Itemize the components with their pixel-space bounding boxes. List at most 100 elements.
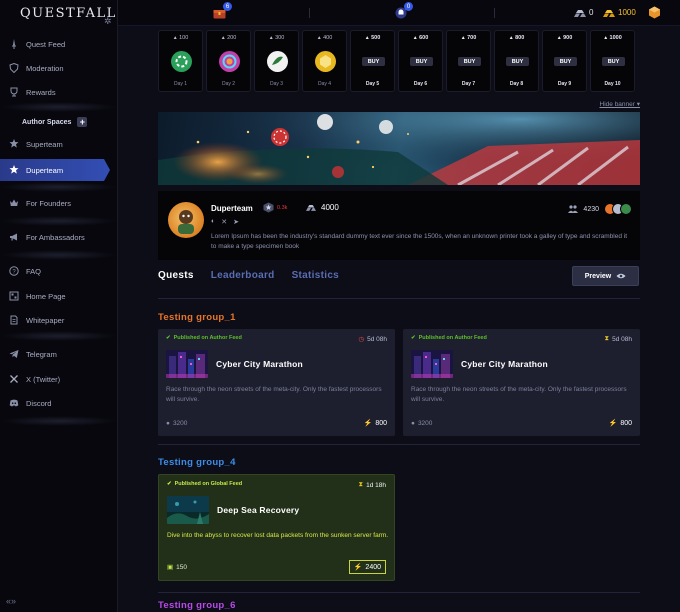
quest-reward: ⚡ 800 — [608, 419, 632, 428]
quest-card[interactable]: ✔ Published on Global Feed ⧗ 1d 18h Deep S… — [158, 474, 395, 581]
hide-banner-link[interactable]: Hide banner ▾ — [600, 100, 640, 108]
divider — [158, 298, 640, 299]
quest-card[interactable]: ✔ Published on Author Feed ◷ 5d 08h Cyber … — [158, 329, 395, 436]
buy-button[interactable]: BUY — [410, 57, 433, 66]
space-description: Lorem Ipsum has been the industry's stan… — [211, 233, 628, 250]
sidebar: QUESTFALL ✲ Quest Feed Moderation Reward… — [0, 0, 118, 612]
tab-statistics[interactable]: Statistics — [292, 270, 339, 281]
telegram-link-icon[interactable]: ➤ — [233, 218, 239, 226]
reward-token-icon — [219, 51, 240, 72]
quest-card[interactable]: ✔ Published on Author Feed ⧗ 5d 08h Cyber … — [403, 329, 640, 436]
quest-thumbnail — [411, 350, 453, 378]
timer-icon: ◷ — [358, 336, 365, 343]
buy-button[interactable]: BUY — [554, 57, 577, 66]
time-remaining: ⧗ 1d 18h — [359, 481, 386, 489]
reward-amount-value: 100 — [179, 35, 189, 41]
quest-comments: ▣ 150 — [167, 563, 188, 572]
divider — [0, 331, 118, 341]
reward-day-card[interactable]: ▲ 900 BUY Day 9 — [542, 30, 587, 92]
reward-day-card: ▲ 400 Day 4 — [302, 30, 347, 92]
sidebar-item-whitepaper[interactable]: Whitepaper — [0, 309, 118, 331]
reward-day-card[interactable]: ▲ 1000 BUY Day 10 — [590, 30, 635, 92]
sidebar-item-rewards[interactable]: Rewards — [0, 81, 118, 103]
sidebar-item-discord[interactable]: Discord — [0, 392, 118, 414]
xp-value: 3200 — [417, 420, 433, 427]
xp-icon: ● — [166, 420, 170, 427]
reward-amount: ▲ 1000 — [591, 35, 634, 41]
sidebar-item-quest-feed[interactable]: Quest Feed — [0, 33, 118, 55]
buy-button[interactable]: BUY — [458, 57, 481, 66]
publish-status: ✔ Published on Author Feed — [166, 335, 242, 341]
reward-amount: ▲ 300 — [255, 35, 298, 41]
reward-amount-value: 800 — [515, 35, 525, 41]
question-icon: ? — [8, 265, 20, 277]
hourglass-icon: ⧗ — [604, 335, 610, 342]
reward-day-card[interactable]: ▲ 700 BUY Day 7 — [446, 30, 491, 92]
sidebar-item-moderation[interactable]: Moderation — [0, 57, 118, 79]
profile-button[interactable] — [648, 6, 661, 24]
reward-day-card[interactable]: ▲ 600 BUY Day 6 — [398, 30, 443, 92]
divider — [309, 8, 310, 18]
buy-button[interactable]: BUY — [602, 57, 625, 66]
tab-leaderboard[interactable]: Leaderboard — [211, 270, 275, 281]
check-icon: ✔ — [411, 335, 416, 341]
reward-day-card[interactable]: ▲ 800 BUY Day 8 — [494, 30, 539, 92]
reward-day-card[interactable]: ▲ 500 BUY Day 5 — [350, 30, 395, 92]
author-spaces-heading: Author Spaces + — [22, 117, 88, 127]
sidebar-item-for-founders[interactable]: For Founders — [0, 192, 118, 214]
comments-value: 150 — [176, 563, 188, 571]
lightning-icon: ⚡ — [608, 420, 618, 427]
reward-amount-value: 400 — [323, 35, 333, 41]
notifications-button[interactable]: 0 — [395, 2, 413, 24]
divider — [494, 8, 495, 18]
preview-button[interactable]: Preview — [572, 266, 639, 286]
home-icon — [8, 290, 20, 302]
reward-value: 2400 — [365, 563, 381, 571]
publish-status: ✔ Published on Global Feed — [167, 481, 242, 487]
chest-button[interactable]: 6 — [213, 2, 232, 24]
sidebar-item-for-ambassadors[interactable]: For Ambassadors — [0, 226, 118, 248]
sidebar-item-label: Duperteam — [26, 165, 64, 175]
sidebar-item-label: Moderation — [26, 63, 64, 73]
x-link-icon[interactable]: ✕ — [221, 218, 227, 226]
sidebar-item-telegram[interactable]: Telegram — [0, 343, 118, 365]
reward-amount-value: 700 — [467, 35, 477, 41]
sidebar-item-duperteam[interactable]: Duperteam — [0, 159, 110, 181]
space-avatar — [168, 202, 204, 238]
quest-reward: ⚡ 2400 — [348, 560, 386, 574]
tab-quests[interactable]: Quests — [158, 270, 194, 281]
quest-title: Cyber City Marathon — [216, 359, 303, 369]
quest-reward: ⚡ 800 — [363, 419, 387, 428]
time-value: 1d 18h — [366, 481, 386, 489]
reward-amount: ▲ 200 — [207, 35, 250, 41]
add-space-button[interactable]: + — [77, 117, 88, 127]
sidebar-item-label: Discord — [26, 398, 52, 408]
sidebar-item-label: For Founders — [26, 198, 72, 208]
reward-value: 800 — [620, 419, 632, 427]
eye-icon — [616, 273, 626, 279]
more-members-icon[interactable] — [620, 203, 632, 215]
lightning-icon: ⚡ — [363, 420, 373, 427]
reward-day-card: ▲ 100 Day 1 — [158, 30, 203, 92]
discord-link-icon[interactable]: ◐ — [211, 218, 215, 226]
reward-day-label: Day 9 — [557, 81, 572, 87]
sidebar-item-home-page[interactable]: Home Page — [0, 285, 118, 307]
sidebar-item-superteam[interactable]: Superteam — [0, 133, 118, 155]
buy-button[interactable]: BUY — [506, 57, 529, 66]
reward-amount: ▲ 800 — [495, 35, 538, 41]
sidebar-item-label: X (Twitter) — [26, 374, 61, 384]
hourglass-icon: ⧗ — [358, 481, 364, 488]
reward-day-label: Day 10 — [604, 81, 621, 87]
sidebar-item-x-twitter[interactable]: X (Twitter) — [0, 368, 118, 390]
divider — [158, 444, 640, 445]
divider — [0, 216, 118, 226]
buy-button[interactable]: BUY — [362, 57, 385, 66]
collapse-sidebar-icon[interactable]: «» — [6, 596, 16, 606]
sidebar-item-faq[interactable]: ? FAQ — [0, 260, 118, 282]
author-spaces-label: Author Spaces — [22, 118, 72, 126]
app-logo[interactable]: QUESTFALL — [20, 6, 117, 21]
trophy-icon — [8, 86, 20, 98]
reward-amount: ▲ 100 — [159, 35, 202, 41]
settings-gear-icon[interactable]: ✲ — [104, 16, 112, 27]
followers-value: 4000 — [321, 203, 339, 212]
